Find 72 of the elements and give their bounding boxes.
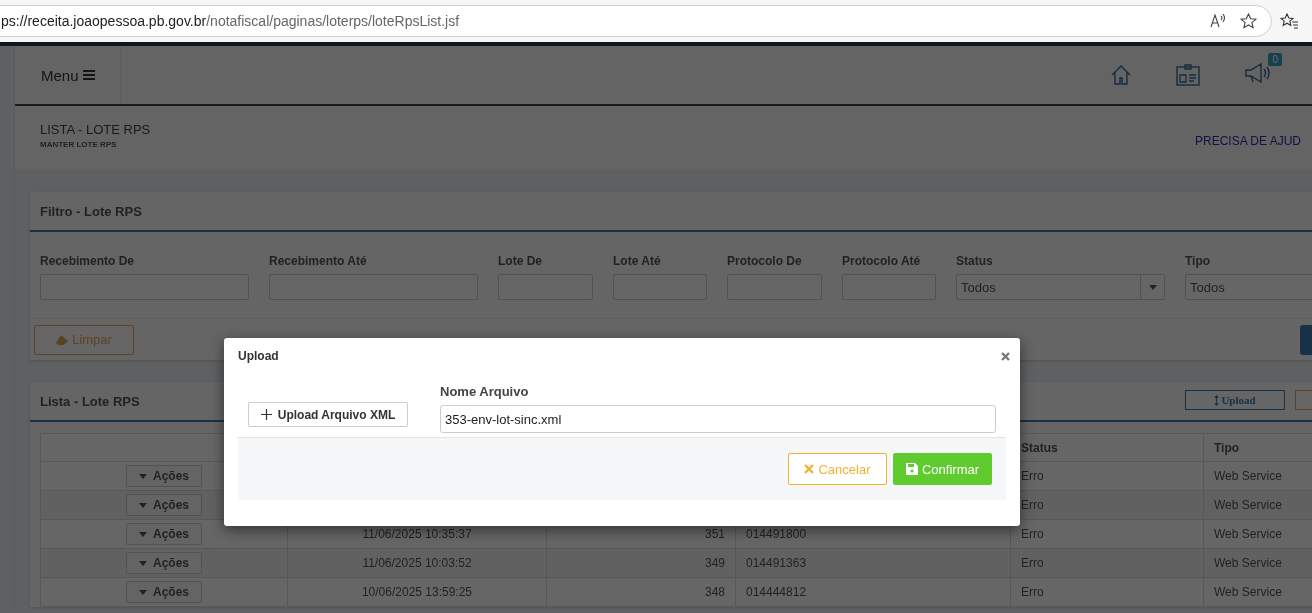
- caret-icon: [139, 589, 147, 595]
- table-cell: 351: [704, 527, 725, 541]
- file-name-field[interactable]: 353-env-lot-sinc.xml: [440, 405, 996, 433]
- close-button[interactable]: [1001, 351, 1010, 361]
- table-cell: Erro: [1021, 527, 1044, 541]
- address-bar[interactable]: ps://receita.joaopessoa.pb.gov.br/notafiscal/paginas/loterps/loteRpsList.jsf: [0, 5, 1272, 37]
- save-icon: [905, 463, 918, 475]
- upload-file-button[interactable]: Upload Arquivo XML: [248, 402, 408, 427]
- url-text: ps://receita.joaopessoa.pb.gov.br/notafiscal/paginas/loterps/loteRpsList.jsf: [1, 13, 460, 29]
- table-cell: 014444812: [746, 585, 807, 599]
- table-cell: Erro: [1021, 556, 1044, 570]
- menu-button[interactable]: Menu: [15, 46, 121, 104]
- field-label: Lote Até: [613, 254, 662, 268]
- actions-dropdown[interactable]: Ações: [126, 552, 202, 574]
- table-cell: 11/06/2025 10:03:52: [362, 556, 472, 570]
- close-icon: [1001, 351, 1010, 361]
- upload-button[interactable]: Upload: [1185, 390, 1285, 410]
- actions-dropdown[interactable]: Ações: [126, 465, 202, 487]
- confirm-button[interactable]: Confirmar: [893, 453, 992, 485]
- table-cell: Web Service: [1214, 527, 1282, 541]
- read-aloud-icon[interactable]: [1210, 14, 1226, 28]
- select-field[interactable]: Todos: [1185, 274, 1312, 300]
- plus-icon: [260, 409, 272, 420]
- table-cell: Web Service: [1214, 556, 1282, 570]
- field-label: Recebimento Até: [269, 254, 368, 268]
- panel-title: Lista - Lote RPS: [40, 393, 140, 409]
- page-title: LISTA - LOTE RPS: [40, 122, 151, 137]
- help-link[interactable]: PRECISA DE AJUD: [1195, 134, 1302, 148]
- table-cell: Web Service: [1214, 498, 1282, 512]
- favorites-icon[interactable]: [1280, 13, 1298, 29]
- field-label: Nome Arquivo: [440, 384, 530, 399]
- table-cell: 014491800: [746, 527, 807, 541]
- field-label: Recebimento De: [40, 254, 136, 268]
- cancel-button[interactable]: Cancelar: [788, 453, 887, 485]
- star-icon[interactable]: [1240, 13, 1257, 29]
- menu-icon: [82, 70, 95, 80]
- caret-icon: [139, 473, 147, 479]
- caret-icon: [139, 502, 147, 508]
- field-label: Protocolo Até: [842, 254, 922, 268]
- actions-dropdown[interactable]: Ações: [126, 494, 202, 516]
- caret-icon: [1148, 284, 1157, 290]
- home-icon[interactable]: [1110, 64, 1132, 86]
- clear-button[interactable]: Limpar: [34, 324, 134, 355]
- eraser-icon: [56, 334, 69, 345]
- table-cell: Web Service: [1214, 469, 1282, 483]
- panel-title: Filtro - Lote RPS: [40, 203, 142, 219]
- notification-badge: 0: [1268, 53, 1282, 66]
- table-cell: Erro: [1021, 498, 1044, 512]
- field-label: Protocolo De: [727, 254, 803, 268]
- caret-icon: [139, 560, 147, 566]
- dialog-title: Upload: [238, 349, 279, 363]
- table-cell: 10/06/2025 13:59:25: [361, 585, 473, 599]
- select-field[interactable]: Todos: [956, 274, 1165, 300]
- field-label: Tipo: [1185, 254, 1212, 268]
- table-cell: Erro: [1021, 469, 1044, 483]
- vertical-arrows-icon: [1214, 394, 1220, 406]
- table-cell: 014491363: [746, 556, 807, 570]
- table-cell: 11/06/2025 10:35:37: [362, 527, 472, 541]
- actions-dropdown[interactable]: Ações: [126, 581, 202, 603]
- field-label: Lote De: [498, 254, 543, 268]
- megaphone-icon[interactable]: [1244, 63, 1272, 83]
- actions-dropdown[interactable]: Ações: [126, 523, 202, 545]
- table-cell: Erro: [1021, 585, 1044, 599]
- table-cell: Web Service: [1214, 585, 1282, 599]
- id-card-icon[interactable]: [1176, 64, 1200, 86]
- column-header: Tipo: [1204, 433, 1312, 462]
- table-cell: 348: [704, 585, 725, 599]
- table-cell: 349: [704, 556, 725, 570]
- caret-icon: [139, 531, 147, 537]
- page-subtitle: MANTER LOTE RPS: [40, 140, 118, 149]
- field-label: Status: [956, 254, 994, 268]
- close-icon: [804, 464, 815, 474]
